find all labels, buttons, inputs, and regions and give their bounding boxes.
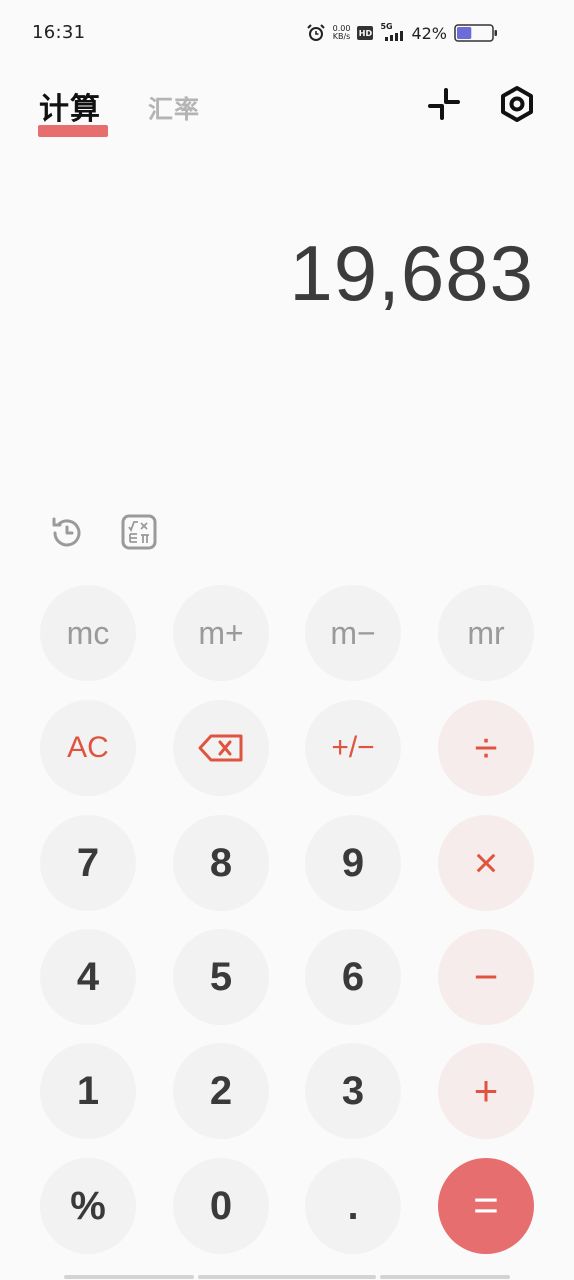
network-type: 5G — [380, 22, 393, 31]
digit-1-button[interactable]: 1 — [40, 1043, 136, 1139]
network-speed: 0.00 KB/s — [333, 25, 351, 41]
memory-subtract-button[interactable]: m− — [305, 585, 401, 681]
multiply-button[interactable]: × — [438, 815, 534, 911]
backspace-icon — [198, 734, 243, 762]
calculator-screen: 16:31 0.00 KB/s HD 5G 42% 计算 汇率 19,683 m… — [0, 0, 574, 1280]
active-tab-indicator — [38, 125, 108, 137]
backspace-button[interactable] — [173, 700, 269, 796]
alarm-clock-icon — [306, 24, 325, 41]
shrink-icon[interactable] — [426, 86, 462, 122]
battery-percent: 42% — [411, 23, 447, 43]
signal-icon: 5G — [380, 22, 404, 42]
hd-icon: HD — [357, 26, 374, 40]
digit-4-button[interactable]: 4 — [40, 929, 136, 1025]
status-indicators: 0.00 KB/s HD 5G 42% — [306, 22, 498, 44]
percent-button[interactable]: % — [40, 1158, 136, 1254]
result-display: 19,683 — [289, 229, 534, 317]
subtract-button[interactable]: − — [438, 929, 534, 1025]
battery-icon — [454, 24, 497, 42]
history-icon[interactable] — [48, 514, 86, 552]
digit-5-button[interactable]: 5 — [173, 929, 269, 1025]
digit-9-button[interactable]: 9 — [305, 815, 401, 911]
digit-7-button[interactable]: 7 — [40, 815, 136, 911]
add-button[interactable]: + — [438, 1043, 534, 1139]
equals-button[interactable]: = — [438, 1158, 534, 1254]
digit-8-button[interactable]: 8 — [173, 815, 269, 911]
network-speed-unit: KB/s — [332, 32, 351, 41]
sign-toggle-button[interactable]: +/− — [305, 700, 401, 796]
memory-add-button[interactable]: m+ — [173, 585, 269, 681]
tab-exchange-rate[interactable]: 汇率 — [148, 90, 200, 126]
gear-icon[interactable] — [498, 85, 536, 123]
all-clear-button[interactable]: AC — [40, 700, 136, 796]
memory-clear-button[interactable]: mc — [40, 585, 136, 681]
memory-recall-button[interactable]: mr — [438, 585, 534, 681]
decimal-point-button[interactable]: . — [305, 1158, 401, 1254]
digit-2-button[interactable]: 2 — [173, 1043, 269, 1139]
tab-calculator[interactable]: 计算 — [39, 84, 101, 128]
digit-3-button[interactable]: 3 — [305, 1043, 401, 1139]
scientific-icon[interactable] — [121, 514, 157, 550]
digit-0-button[interactable]: 0 — [173, 1158, 269, 1254]
gesture-bar — [0, 1272, 574, 1280]
divide-button[interactable]: ÷ — [438, 700, 534, 796]
status-time: 16:31 — [32, 22, 86, 43]
digit-6-button[interactable]: 6 — [305, 929, 401, 1025]
status-bar: 16:31 0.00 KB/s HD 5G 42% — [0, 0, 574, 66]
